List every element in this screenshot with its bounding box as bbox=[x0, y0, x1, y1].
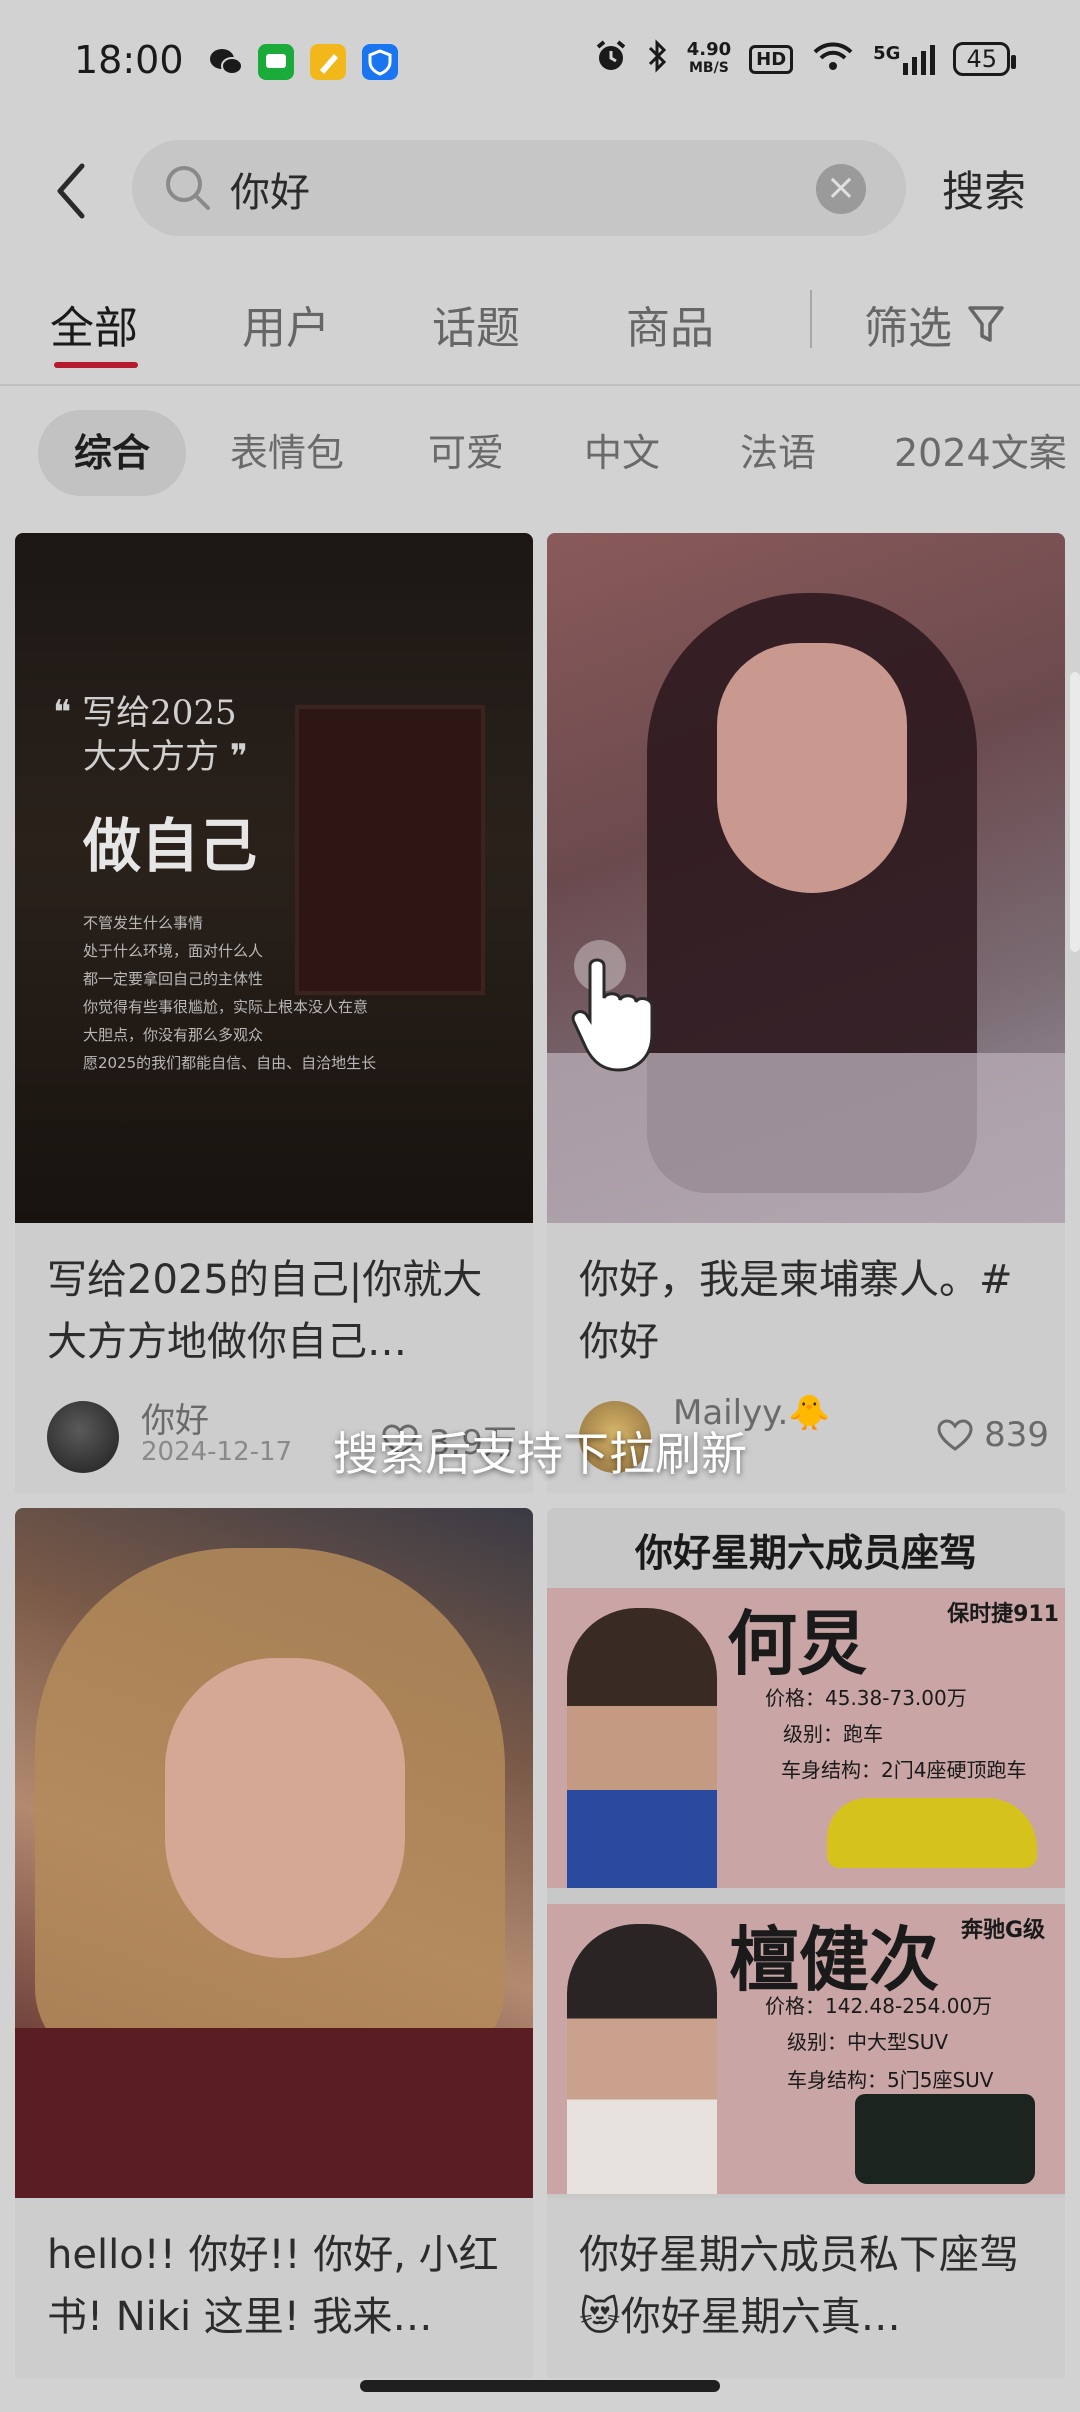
chip-2024-copy[interactable]: 2024文案 bbox=[858, 410, 1080, 496]
poster-header: 你好星期六成员座驾 bbox=[634, 1531, 977, 1575]
post-image bbox=[547, 533, 1065, 1223]
celebrity-photo bbox=[567, 1608, 717, 1888]
poster-small-line: 大胆点，你没有那么多观众 bbox=[83, 1026, 264, 1044]
poster-small-line: 都一定要拿回自己的主体性 bbox=[83, 970, 264, 988]
alarm-icon bbox=[593, 38, 629, 80]
clear-icon[interactable]: × bbox=[816, 164, 866, 214]
post-card[interactable]: ❝ 写给2025 大大方方 ❞ 做自己 不管发生什么事情 处于什么环境，面对什么… bbox=[15, 533, 533, 1493]
tabs-divider bbox=[0, 384, 1080, 386]
tab-divider bbox=[810, 290, 812, 348]
filter-icon bbox=[968, 306, 1004, 342]
tab-users[interactable]: 用户 bbox=[242, 292, 330, 356]
keyword-chips: 综合 表情包 可爱 中文 法语 2024文案 bbox=[0, 410, 1080, 500]
search-icon bbox=[162, 162, 214, 214]
poster-text: ❝ 写给2025 大大方方 ❞ 做自己 不管发生什么事情 处于什么环境，面对什么… bbox=[53, 691, 376, 1077]
notes-icon bbox=[310, 44, 346, 80]
chip-chinese[interactable]: 中文 bbox=[548, 410, 696, 496]
wechat-icon bbox=[208, 44, 244, 80]
poster-line1: 写给2025 bbox=[82, 693, 237, 733]
car-body: 车身结构：5门5座SUV bbox=[787, 2068, 994, 2092]
result-tabs: 全部 用户 话题 商品 筛选 bbox=[0, 280, 1080, 390]
chip-cute[interactable]: 可爱 bbox=[392, 410, 540, 496]
tap-hand-icon bbox=[568, 936, 708, 1076]
filter-button[interactable]: 筛选 bbox=[864, 292, 1006, 356]
poster-line2: 大大方方 bbox=[83, 737, 219, 777]
post-card[interactable]: 你好星期六成员座驾 何炅 保时捷911 价格：45.38-73.00万 级别：跑… bbox=[547, 1508, 1065, 2378]
portrait-shirt bbox=[547, 1053, 1065, 1223]
refresh-hint-toast: 搜索后支持下拉刷新 bbox=[333, 1427, 747, 1481]
celebrity-name: 何炅 bbox=[727, 1603, 867, 1685]
tab-topics[interactable]: 话题 bbox=[432, 292, 520, 356]
search-input[interactable]: 你好 × bbox=[132, 140, 906, 236]
security-icon bbox=[362, 44, 398, 80]
poster-small-line: 处于什么环境，面对什么人 bbox=[83, 942, 264, 960]
car-image bbox=[855, 2094, 1035, 2184]
post-image: 你好星期六成员座驾 何炅 保时捷911 价格：45.38-73.00万 级别：跑… bbox=[547, 1508, 1065, 2198]
battery-indicator: 45 bbox=[953, 42, 1016, 76]
chevron-left-icon bbox=[57, 163, 85, 219]
post-title: 写给2025的自己|你就大大方方地做你自己… bbox=[47, 1257, 483, 1365]
celebrity-panel: 何炅 保时捷911 价格：45.38-73.00万 级别：跑车 车身结构：2门4… bbox=[547, 1588, 1065, 1888]
bluetooth-icon bbox=[647, 38, 669, 80]
signal-label: 5G bbox=[873, 43, 901, 64]
scrollbar-thumb[interactable] bbox=[1070, 672, 1080, 952]
chip-french[interactable]: 法语 bbox=[704, 410, 852, 496]
cellular-signal-icon: 5G bbox=[873, 43, 936, 75]
post-title: hello!! 你好!! 你好, 小红书! Niki 这里! 我来… bbox=[47, 2232, 499, 2340]
post-title: 你好星期六成员私下座驾 😻你好星期六真… bbox=[579, 2232, 1019, 2340]
tab-products[interactable]: 商品 bbox=[626, 292, 714, 356]
net-speed-unit: MB/S bbox=[689, 60, 729, 76]
poster-small-line: 愿2025的我们都能自信、自由、自洽地生长 bbox=[83, 1054, 377, 1072]
tab-all[interactable]: 全部 bbox=[50, 292, 138, 356]
back-button[interactable] bbox=[48, 156, 96, 226]
home-indicator[interactable] bbox=[360, 2380, 720, 2392]
search-button[interactable]: 搜索 bbox=[942, 158, 1026, 219]
car-image bbox=[827, 1798, 1037, 1868]
post-title: 你好，我是柬埔寨人。#你好 bbox=[579, 1257, 1013, 1365]
car-body: 车身结构：2门4座硬顶跑车 bbox=[781, 1758, 1027, 1782]
active-tab-indicator bbox=[54, 362, 138, 368]
portrait-face bbox=[165, 1658, 405, 1958]
messages-icon bbox=[258, 44, 294, 80]
celebrity-photo bbox=[567, 1924, 717, 2194]
hd-badge: HD bbox=[749, 44, 794, 74]
status-bar: 18:00 4.90 MB/S HD 5G 45 bbox=[0, 0, 1080, 125]
chip-comprehensive[interactable]: 综合 bbox=[38, 410, 187, 496]
car-price: 价格：142.48-254.00万 bbox=[765, 1994, 993, 2018]
post-image bbox=[15, 1508, 533, 2198]
car-price: 价格：45.38-73.00万 bbox=[765, 1686, 967, 1710]
poster-small-line: 不管发生什么事情 bbox=[83, 914, 204, 932]
status-indicators: 4.90 MB/S HD 5G 45 bbox=[593, 38, 1016, 80]
car-model: 保时捷911 bbox=[947, 1602, 1059, 1627]
filter-label: 筛选 bbox=[864, 303, 952, 354]
poster-small-line: 你觉得有些事很尴尬，实际上根本没人在意 bbox=[83, 998, 369, 1016]
poster-headline: 做自己 bbox=[83, 812, 258, 880]
network-speed: 4.90 MB/S bbox=[687, 41, 731, 77]
net-speed-value: 4.90 bbox=[686, 39, 732, 60]
car-level: 级别：跑车 bbox=[783, 1722, 883, 1746]
portrait-face bbox=[717, 643, 907, 893]
celebrity-panel: 檀健次 奔驰G级 价格：142.48-254.00万 级别：中大型SUV 车身结… bbox=[547, 1904, 1065, 2194]
post-image: ❝ 写给2025 大大方方 ❞ 做自己 不管发生什么事情 处于什么环境，面对什么… bbox=[15, 533, 533, 1223]
car-model: 奔驰G级 bbox=[960, 1918, 1045, 1943]
post-card[interactable]: hello!! 你好!! 你好, 小红书! Niki 这里! 我来… bbox=[15, 1508, 533, 2378]
wifi-icon bbox=[811, 38, 855, 80]
car-level: 级别：中大型SUV bbox=[787, 2030, 949, 2054]
status-time: 18:00 bbox=[74, 38, 184, 82]
search-query[interactable]: 你好 bbox=[230, 160, 310, 218]
portrait-sweater bbox=[15, 2028, 533, 2198]
chip-stickers[interactable]: 表情包 bbox=[194, 410, 380, 496]
